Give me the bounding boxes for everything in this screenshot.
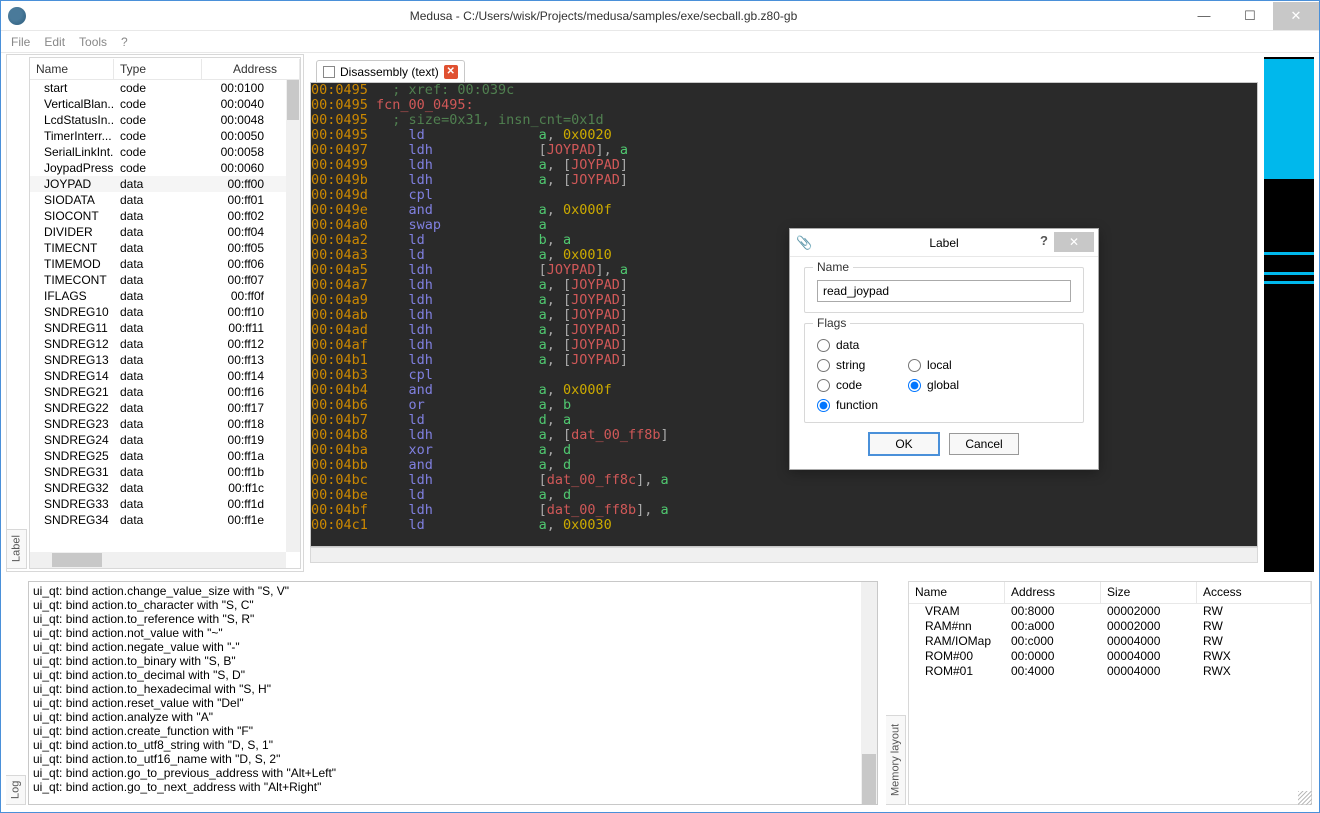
memory-table[interactable]: Name Address Size Access VRAM00:80000000…: [908, 581, 1312, 805]
label-name-input[interactable]: [817, 280, 1071, 302]
table-row[interactable]: SNDREG31data00:ff1b: [30, 464, 286, 480]
radio-string[interactable]: string: [817, 358, 878, 372]
table-row[interactable]: startcode00:0100: [30, 80, 286, 96]
titlebar[interactable]: Medusa - C:/Users/wisk/Projects/medusa/s…: [1, 1, 1319, 31]
table-row[interactable]: TIMECNTdata00:ff05: [30, 240, 286, 256]
window-title: Medusa - C:/Users/wisk/Projects/medusa/s…: [26, 9, 1181, 23]
pin-icon[interactable]: 📎: [796, 235, 812, 251]
table-row[interactable]: IFLAGSdata00:ff0f: [30, 288, 286, 304]
symbol-table[interactable]: Name Type Address startcode00:0100Vertic…: [29, 57, 301, 569]
mcol-name[interactable]: Name: [909, 582, 1005, 603]
table-row[interactable]: JoypadPress...code00:0060: [30, 160, 286, 176]
log-vscrollbar[interactable]: [861, 582, 877, 804]
table-row[interactable]: TimerInterr...code00:0050: [30, 128, 286, 144]
dialog-help-button[interactable]: ?: [1040, 233, 1048, 248]
table-row[interactable]: LcdStatusIn...code00:0048: [30, 112, 286, 128]
table-row[interactable]: RAM/IOMap00:c00000004000RW: [909, 634, 1311, 649]
mcol-access[interactable]: Access: [1197, 582, 1311, 603]
tab-label: Disassembly (text): [340, 65, 439, 79]
dialog-close-button[interactable]: ✕: [1054, 232, 1094, 252]
resize-grip[interactable]: [1298, 791, 1312, 805]
label-panel: Label Name Type Address startcode00:0100…: [6, 54, 304, 572]
disassembly-view[interactable]: 00:0495 ; xref: 00:039c 00:0495 fcn_00_0…: [310, 82, 1258, 547]
close-button[interactable]: ✕: [1273, 2, 1319, 30]
radio-local[interactable]: local: [908, 358, 959, 372]
radio-function[interactable]: function: [817, 398, 878, 412]
cancel-button[interactable]: Cancel: [949, 433, 1019, 455]
table-row[interactable]: SerialLinkInt...code00:0058: [30, 144, 286, 160]
table-row[interactable]: SNDREG13data00:ff13: [30, 352, 286, 368]
table-row[interactable]: SNDREG25data00:ff1a: [30, 448, 286, 464]
symbol-vscrollbar[interactable]: [286, 80, 300, 552]
close-tab-button[interactable]: ✕: [444, 65, 458, 79]
table-row[interactable]: SNDREG22data00:ff17: [30, 400, 286, 416]
table-row[interactable]: SNDREG10data00:ff10: [30, 304, 286, 320]
label-dialog: 📎 Label ? ✕ Name Flags datastringcodefun…: [789, 228, 1099, 470]
table-row[interactable]: VRAM00:800000002000RW: [909, 604, 1311, 619]
table-row[interactable]: JOYPADdata00:ff00: [30, 176, 286, 192]
table-row[interactable]: ROM#0000:000000004000RWX: [909, 649, 1311, 664]
label-panel-tab[interactable]: Label: [7, 529, 27, 569]
table-row[interactable]: SNDREG12data00:ff12: [30, 336, 286, 352]
ok-button[interactable]: OK: [869, 433, 939, 455]
disassembly-panel: Disassembly (text) ✕ 00:0495 ; xref: 00:…: [310, 54, 1258, 563]
table-row[interactable]: SNDREG33data00:ff1d: [30, 496, 286, 512]
table-row[interactable]: SNDREG34data00:ff1e: [30, 512, 286, 528]
maximize-button[interactable]: ☐: [1227, 2, 1273, 30]
table-row[interactable]: TIMEMODdata00:ff06: [30, 256, 286, 272]
tab-disassembly[interactable]: Disassembly (text) ✕: [316, 60, 465, 82]
menu-file[interactable]: File: [11, 35, 30, 49]
table-row[interactable]: DIVIDERdata00:ff04: [30, 224, 286, 240]
table-row[interactable]: VerticalBlan..code00:0040: [30, 96, 286, 112]
mcol-size[interactable]: Size: [1101, 582, 1197, 603]
table-row[interactable]: RAM#nn00:a00000002000RW: [909, 619, 1311, 634]
table-row[interactable]: SNDREG32data00:ff1c: [30, 480, 286, 496]
symbol-hscrollbar[interactable]: [30, 552, 286, 568]
radio-code[interactable]: code: [817, 378, 878, 392]
col-type[interactable]: Type: [114, 59, 202, 79]
main-window: Medusa - C:/Users/wisk/Projects/medusa/s…: [0, 0, 1320, 813]
table-row[interactable]: SIOCONTdata00:ff02: [30, 208, 286, 224]
table-row[interactable]: SIODATAdata00:ff01: [30, 192, 286, 208]
col-address[interactable]: Address: [202, 59, 300, 79]
minimize-button[interactable]: —: [1181, 2, 1227, 30]
log-panel: Log ui_qt: bind action.change_value_size…: [6, 576, 880, 807]
table-row[interactable]: ROM#0100:400000004000RWX: [909, 664, 1311, 679]
table-row[interactable]: SNDREG14data00:ff14: [30, 368, 286, 384]
dialog-title: Label: [929, 236, 958, 250]
document-icon: [323, 66, 335, 78]
disasm-hscrollbar[interactable]: [310, 547, 1258, 563]
log-view[interactable]: ui_qt: bind action.change_value_size wit…: [28, 581, 878, 805]
menubar: File Edit Tools ?: [1, 31, 1319, 53]
table-row[interactable]: TIMECONTdata00:ff07: [30, 272, 286, 288]
table-row[interactable]: SNDREG21data00:ff16: [30, 384, 286, 400]
dialog-titlebar[interactable]: 📎 Label ? ✕: [790, 229, 1098, 257]
table-row[interactable]: SNDREG24data00:ff19: [30, 432, 286, 448]
memory-panel: Memory layout Name Address Size Access V…: [886, 576, 1314, 807]
menu-edit[interactable]: Edit: [44, 35, 65, 49]
radio-data[interactable]: data: [817, 338, 878, 352]
log-panel-tab[interactable]: Log: [6, 775, 26, 805]
menu-help[interactable]: ?: [121, 35, 128, 49]
app-icon: [8, 7, 26, 25]
minimap[interactable]: [1264, 57, 1314, 572]
name-group: Name: [804, 267, 1084, 313]
col-name[interactable]: Name: [30, 59, 114, 79]
symbol-table-header: Name Type Address: [30, 58, 300, 80]
flags-group: Flags datastringcodefunction localglobal: [804, 323, 1084, 423]
memory-panel-tab[interactable]: Memory layout: [886, 715, 906, 805]
radio-global[interactable]: global: [908, 378, 959, 392]
menu-tools[interactable]: Tools: [79, 35, 107, 49]
table-row[interactable]: SNDREG11data00:ff11: [30, 320, 286, 336]
mcol-address[interactable]: Address: [1005, 582, 1101, 603]
table-row[interactable]: SNDREG23data00:ff18: [30, 416, 286, 432]
